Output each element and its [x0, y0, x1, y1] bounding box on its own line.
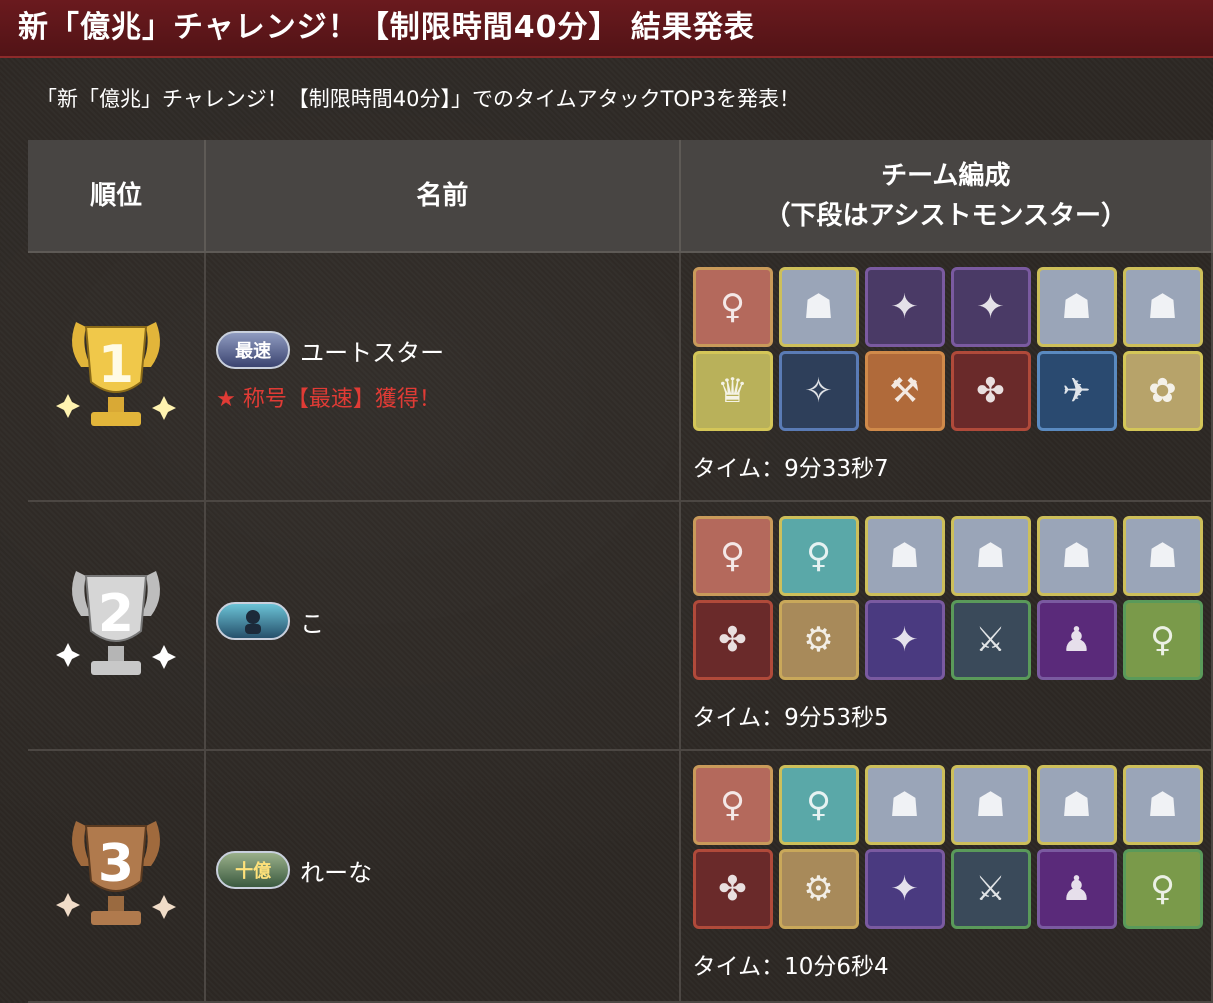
header-rank: 順位	[28, 140, 207, 253]
rank-cell: 1	[28, 252, 207, 502]
monster-icon[interactable]: ✤	[692, 849, 773, 929]
player-name: こ	[300, 609, 325, 638]
monster-icon[interactable]: ♛	[692, 351, 773, 431]
name-cell: 十億 れーな	[205, 750, 681, 1003]
monster-icon[interactable]: ☗	[1122, 267, 1203, 347]
monster-icon[interactable]: ⚒	[864, 351, 945, 431]
intro-text: 「新「億兆」チャレンジ！【制限時間40分】」でのタイムアタックTOP3を発表！	[36, 87, 800, 111]
team-main-row: ♀ ♀ ☗ ☗ ☗ ☗	[692, 516, 1211, 596]
monster-icon[interactable]: ✤	[950, 351, 1031, 431]
monster-icon[interactable]: ✿	[1122, 351, 1203, 431]
team-cell: ♀ ♀ ☗ ☗ ☗ ☗ ✤ ⚙ ✦ ⚔ ♟ ♀ タイム：9分53秒5	[679, 501, 1213, 751]
monster-icon[interactable]: ☗	[950, 516, 1031, 596]
team-assist-row: ♛ ✧ ⚒ ✤ ✈ ✿	[692, 351, 1211, 431]
table-row: 2 こ ♀ ♀ ☗ ☗ ☗ ☗ ✤ ⚙ ✦ ⚔ ♟ ♀ タイム：9分53秒5	[28, 501, 1213, 751]
name-cell: 最速 ユートスター ★ 称号【最速】獲得！	[205, 252, 681, 502]
monster-icon[interactable]: ☗	[1122, 516, 1203, 596]
team-main-row: ♀ ☗ ✦ ✦ ☗ ☗	[692, 267, 1211, 347]
header-team-subtitle: （下段はアシストモンスター）	[764, 200, 1127, 231]
monster-icon[interactable]: ⚔	[950, 600, 1031, 680]
table-row: 3 十億 れーな ♀ ♀ ☗ ☗ ☗ ☗ ✤ ⚙ ✦ ⚔ ♟ ♀ タイム：10分…	[28, 750, 1213, 1003]
title-badge: 最速	[216, 331, 291, 369]
monster-icon[interactable]: ☗	[864, 516, 945, 596]
header-team-title: チーム編成	[881, 160, 1011, 191]
title-gain-text: ★ 称号【最速】獲得！	[216, 387, 441, 412]
title-badge: 十億	[216, 851, 291, 889]
team-cell: ♀ ☗ ✦ ✦ ☗ ☗ ♛ ✧ ⚒ ✤ ✈ ✿ タイム：9分33秒7	[679, 252, 1213, 502]
monster-icon[interactable]: ☗	[1036, 516, 1117, 596]
page-title: 新「億兆」チャレンジ！【制限時間40分】 結果発表	[0, 0, 1213, 58]
clear-time: タイム：9分53秒5	[692, 705, 889, 731]
monster-icon[interactable]: ✤	[692, 600, 773, 680]
monster-icon[interactable]: ♀	[692, 267, 773, 347]
rank-cell: 3	[28, 750, 207, 1003]
monster-icon[interactable]: ♀	[1122, 600, 1203, 680]
player-name: ユートスター	[300, 338, 445, 367]
monster-icon[interactable]: ✦	[864, 267, 945, 347]
name-cell: こ	[205, 501, 681, 751]
monster-icon[interactable]: ♟	[1036, 600, 1117, 680]
svg-text:1: 1	[98, 335, 134, 395]
monster-icon[interactable]: ☗	[950, 765, 1031, 845]
team-main-row: ♀ ♀ ☗ ☗ ☗ ☗	[692, 765, 1211, 845]
monster-icon[interactable]: ✦	[950, 267, 1031, 347]
avatar-icon	[245, 610, 262, 634]
monster-icon[interactable]: ☗	[1036, 765, 1117, 845]
monster-icon[interactable]: ⚔	[950, 849, 1031, 929]
monster-icon[interactable]: ♀	[692, 765, 773, 845]
player-name: れーな	[300, 858, 373, 887]
monster-icon[interactable]: ♀	[778, 765, 859, 845]
monster-icon[interactable]: ♀	[692, 516, 773, 596]
silver-trophy-icon: 2	[56, 570, 177, 675]
monster-icon[interactable]: ♀	[1122, 849, 1203, 929]
monster-icon[interactable]: ✦	[864, 600, 945, 680]
monster-icon[interactable]: ☗	[1036, 267, 1117, 347]
header-name: 名前	[205, 140, 681, 253]
monster-icon[interactable]: ☗	[1122, 765, 1203, 845]
svg-text:2: 2	[98, 584, 134, 644]
ranking-table: 順位 名前 チーム編成 （下段はアシストモンスター） 1 最速 ユートスター ★…	[28, 140, 1213, 1003]
team-assist-row: ✤ ⚙ ✦ ⚔ ♟ ♀	[692, 600, 1211, 680]
header-team: チーム編成 （下段はアシストモンスター）	[679, 140, 1213, 253]
clear-time: タイム：10分6秒4	[692, 954, 889, 980]
monster-icon[interactable]: ♀	[778, 516, 859, 596]
team-assist-row: ✤ ⚙ ✦ ⚔ ♟ ♀	[692, 849, 1211, 929]
monster-icon[interactable]: ⚙	[778, 600, 859, 680]
table-header-row: 順位 名前 チーム編成 （下段はアシストモンスター）	[28, 140, 1213, 253]
monster-icon[interactable]: ✈	[1036, 351, 1117, 431]
avatar-badge	[216, 602, 291, 640]
gold-trophy-icon: 1	[56, 321, 177, 426]
rank-cell: 2	[28, 501, 207, 751]
svg-text:3: 3	[98, 834, 134, 894]
monster-icon[interactable]: ✧	[778, 351, 859, 431]
team-cell: ♀ ♀ ☗ ☗ ☗ ☗ ✤ ⚙ ✦ ⚔ ♟ ♀ タイム：10分6秒4	[679, 750, 1213, 1003]
monster-icon[interactable]: ♟	[1036, 849, 1117, 929]
bronze-trophy-icon: 3	[56, 821, 177, 925]
table-row: 1 最速 ユートスター ★ 称号【最速】獲得！ ♀ ☗ ✦ ✦ ☗ ☗ ♛ ✧ …	[28, 252, 1213, 502]
clear-time: タイム：9分33秒7	[692, 456, 889, 482]
monster-icon[interactable]: ✦	[864, 849, 945, 929]
monster-icon[interactable]: ☗	[778, 267, 859, 347]
monster-icon[interactable]: ☗	[864, 765, 945, 845]
monster-icon[interactable]: ⚙	[778, 849, 859, 929]
